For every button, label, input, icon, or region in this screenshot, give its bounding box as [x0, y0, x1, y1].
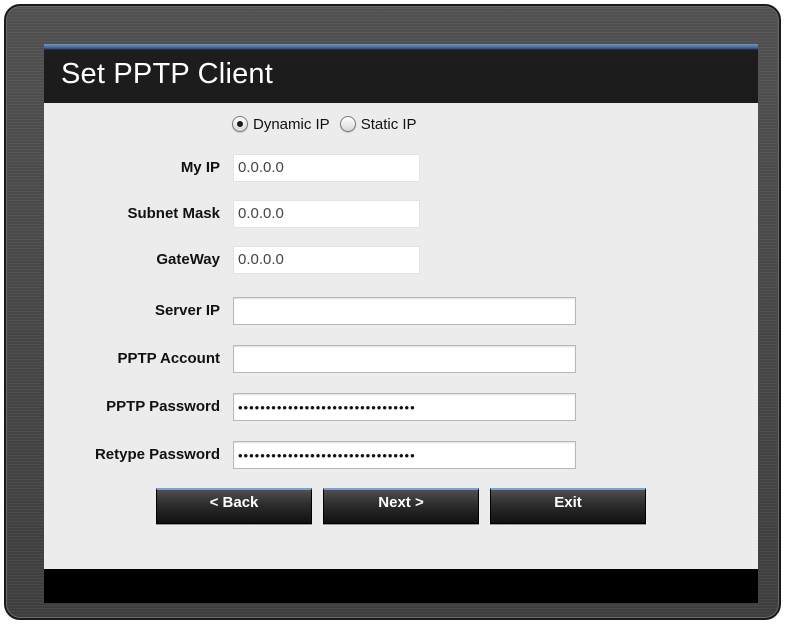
wizard-buttons: < Back Next > Exit — [44, 488, 758, 528]
subnet-mask-value: 0.0.0.0 — [233, 200, 420, 228]
subnet-mask-label: Subnet Mask — [127, 205, 220, 222]
gateway-label: GateWay — [156, 251, 220, 268]
retype-password-row: Retype Password ••••••••••••••••••••••••… — [44, 441, 758, 469]
pptp-password-label: PPTP Password — [106, 398, 220, 415]
pptp-account-row: PPTP Account — [44, 345, 758, 373]
title-bar: Set PPTP Client — [44, 44, 758, 103]
server-ip-row: Server IP — [44, 297, 758, 325]
form-area: Dynamic IP Static IP My IP 0.0.0.0 Subne… — [44, 103, 758, 569]
static-ip-label[interactable]: Static IP — [361, 116, 417, 133]
server-ip-label: Server IP — [154, 302, 220, 319]
window-frame: Set PPTP Client Dynamic IP Static IP My … — [4, 4, 781, 620]
dynamic-ip-label[interactable]: Dynamic IP — [253, 116, 330, 133]
pptp-password-input[interactable]: •••••••••••••••••••••••••••••••• — [233, 393, 576, 421]
gateway-value: 0.0.0.0 — [233, 246, 420, 274]
static-ip-radio[interactable] — [339, 116, 356, 132]
page-title: Set PPTP Client — [61, 58, 274, 90]
pptp-account-label: PPTP Account — [117, 350, 220, 367]
subnet-mask-row: Subnet Mask 0.0.0.0 — [44, 200, 758, 228]
my-ip-row: My IP 0.0.0.0 — [44, 154, 758, 182]
my-ip-value: 0.0.0.0 — [233, 154, 420, 182]
wizard-panel: Set PPTP Client Dynamic IP Static IP My … — [44, 44, 758, 603]
retype-password-input[interactable]: •••••••••••••••••••••••••••••••• — [233, 441, 576, 469]
next-button[interactable]: Next > — [323, 488, 479, 524]
server-ip-input[interactable] — [233, 297, 576, 325]
ip-mode-group: Dynamic IP Static IP — [232, 113, 427, 135]
gateway-row: GateWay 0.0.0.0 — [44, 246, 758, 274]
back-button[interactable]: < Back — [156, 488, 312, 524]
pptp-account-input[interactable] — [233, 345, 576, 373]
retype-password-label: Retype Password — [94, 446, 220, 463]
exit-button[interactable]: Exit — [490, 488, 646, 524]
pptp-password-row: PPTP Password ••••••••••••••••••••••••••… — [44, 393, 758, 421]
dynamic-ip-radio[interactable] — [232, 116, 248, 132]
my-ip-label: My IP — [180, 159, 220, 176]
